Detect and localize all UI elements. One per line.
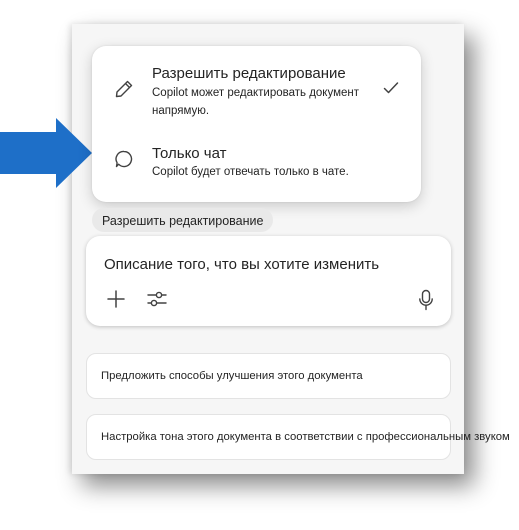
menu-item-chat-only[interactable]: Только чат Copilot будет отвечать только… (92, 130, 421, 202)
microphone-icon[interactable] (418, 289, 434, 311)
suggestion-text: Предложить способы улучшения этого докум… (101, 370, 363, 382)
mode-menu: Разрешить редактирование Copilot может р… (92, 46, 421, 202)
callout-arrow-icon (0, 118, 92, 188)
chat-bubble-icon (115, 150, 133, 168)
suggestion-professional-tone[interactable]: Настройка тона этого документа в соответ… (86, 414, 510, 460)
add-icon[interactable] (106, 289, 126, 309)
menu-item-description: Copilot будет отвечать только в чате. (152, 166, 349, 178)
menu-item-allow-editing[interactable]: Разрешить редактирование Copilot может р… (92, 46, 421, 130)
suggestion-text: Настройка тона этого документа в соответ… (101, 431, 510, 443)
checkmark-icon (383, 82, 399, 94)
settings-sliders-icon[interactable] (146, 289, 168, 309)
prompt-composer[interactable]: Описание того, что вы хотите изменить (86, 236, 451, 326)
menu-item-title: Только чат (152, 145, 227, 162)
prompt-placeholder: Описание того, что вы хотите изменить (104, 256, 380, 273)
suggestion-improve-document[interactable]: Предложить способы улучшения этого докум… (86, 353, 451, 399)
menu-item-description: Copilot может редактировать документ нап… (152, 87, 360, 117)
pencil-icon (115, 80, 133, 98)
menu-item-title: Разрешить редактирование (152, 65, 346, 82)
mode-chip[interactable]: Разрешить редактирование (92, 208, 274, 232)
